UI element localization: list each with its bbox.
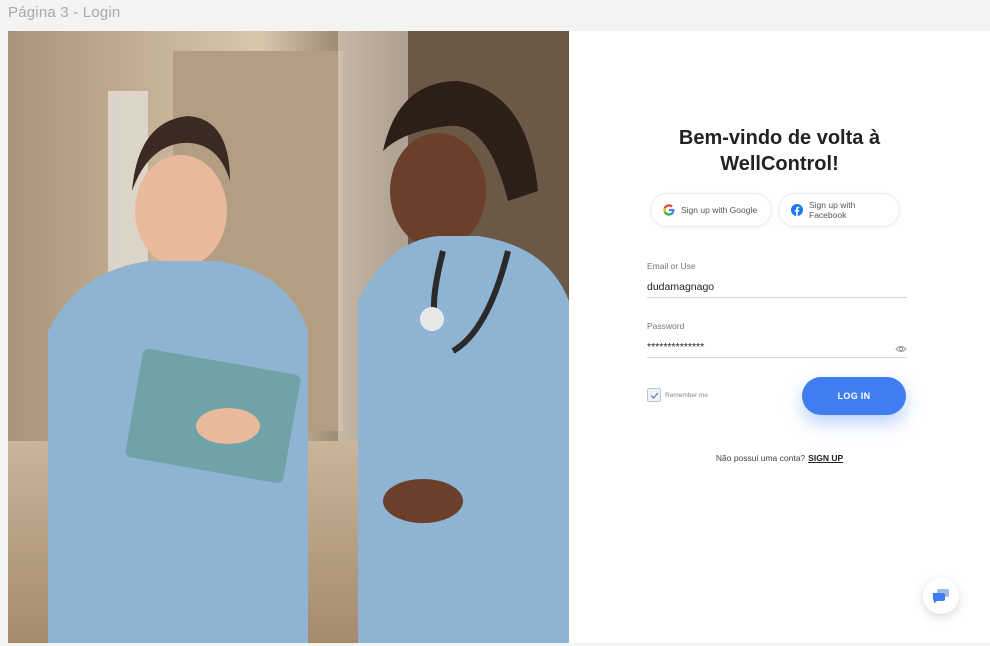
- no-account-text: Não possui uma conta?: [715, 453, 806, 463]
- nurses-illustration: [8, 31, 569, 643]
- chat-icon: [932, 589, 949, 604]
- google-signup-label: Sign up with Google: [681, 205, 758, 215]
- facebook-signup-label: Sign up with Facebook: [809, 200, 856, 220]
- welcome-title-line2: WellControl!: [720, 153, 839, 175]
- password-field[interactable]: [647, 337, 907, 358]
- welcome-title: Bem-vindo de volta à WellControl!: [569, 125, 990, 177]
- signup-prompt: Não possui uma conta? SIGN UP: [569, 453, 990, 463]
- login-panel: Bem-vindo de volta à WellControl! Sign u…: [569, 31, 990, 643]
- login-page: Bem-vindo de volta à WellControl! Sign u…: [8, 31, 990, 643]
- hero-photo: [8, 31, 569, 643]
- remember-label: Remember me: [665, 391, 708, 399]
- welcome-title-line1: Bem-vindo de volta à: [678, 127, 881, 149]
- email-field[interactable]: [647, 277, 907, 298]
- remember-checkbox[interactable]: [647, 388, 661, 402]
- google-signup-button[interactable]: Sign up with Google: [650, 193, 772, 227]
- google-icon: [663, 204, 675, 216]
- eye-icon[interactable]: [895, 341, 907, 352]
- chat-button[interactable]: [923, 578, 959, 614]
- login-button[interactable]: LOG IN: [802, 377, 906, 415]
- check-icon: [650, 392, 658, 399]
- frame-title: Página 3 - Login: [8, 4, 121, 21]
- signup-link[interactable]: SIGN UP: [808, 453, 843, 463]
- facebook-signup-button[interactable]: Sign up with Facebook: [778, 193, 900, 227]
- email-label: Email or Use: [647, 261, 696, 271]
- password-label: Password: [647, 321, 685, 331]
- facebook-icon: [791, 204, 803, 216]
- remember-me: Remember me: [647, 388, 708, 402]
